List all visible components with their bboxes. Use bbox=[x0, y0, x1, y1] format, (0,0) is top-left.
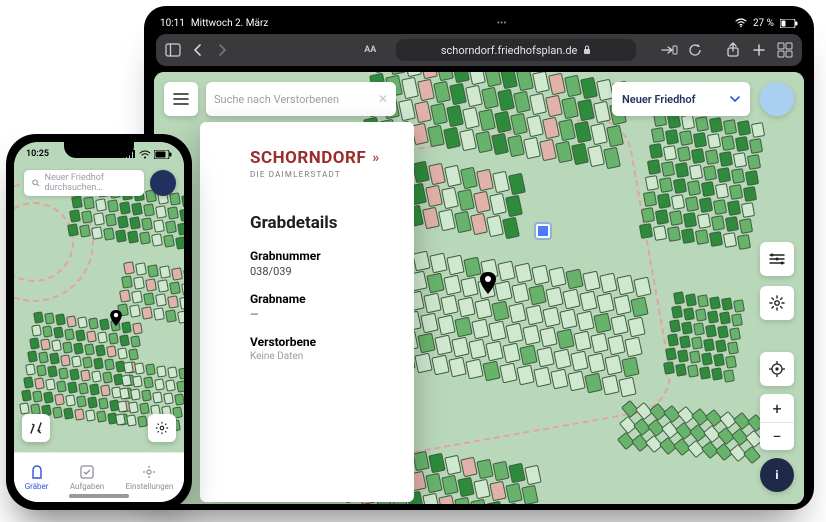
back-icon[interactable] bbox=[190, 41, 206, 59]
settings-button[interactable] bbox=[760, 286, 794, 320]
clear-icon[interactable]: ✕ bbox=[378, 92, 388, 106]
route-button[interactable] bbox=[22, 414, 50, 442]
sidebar-toggle-icon[interactable] bbox=[164, 41, 182, 59]
wifi-icon bbox=[735, 18, 747, 28]
safari-toolbar: AA schorndorf.friedhofsplan.de bbox=[156, 34, 802, 66]
phone-avatar[interactable] bbox=[150, 170, 176, 196]
tablet-device: 10:11 Mittwoch 2. März ••• 27 % AA schor… bbox=[144, 6, 814, 510]
phone-clock: 10:25 bbox=[26, 149, 49, 159]
wifi-icon bbox=[139, 150, 151, 159]
brand-subtitle: DIE DAIMLERSTADT bbox=[250, 170, 396, 179]
user-avatar[interactable] bbox=[760, 82, 794, 116]
tabs-overview-icon[interactable] bbox=[776, 41, 794, 59]
phone-search-input[interactable]: Neuer Friedhof durchsuchen… bbox=[24, 170, 144, 196]
info-button[interactable]: i bbox=[760, 458, 794, 492]
chevron-down-icon bbox=[730, 96, 740, 102]
grave-pin-icon[interactable] bbox=[480, 272, 496, 294]
phone-settings-button[interactable] bbox=[148, 414, 176, 442]
battery-icon bbox=[154, 150, 172, 159]
tab-graves[interactable]: Gräber bbox=[25, 464, 49, 491]
layers-button[interactable] bbox=[760, 242, 794, 276]
search-placeholder: Suche nach Verstorbenen bbox=[214, 93, 339, 106]
zoom-control: + − bbox=[760, 394, 794, 450]
battery-percent: 27 % bbox=[753, 18, 774, 29]
tablet-status-bar: 10:11 Mittwoch 2. März ••• 27 % bbox=[154, 16, 804, 30]
url-text: schorndorf.friedhofsplan.de bbox=[441, 44, 578, 57]
locate-button[interactable] bbox=[760, 352, 794, 386]
buried-label: Verstorbene bbox=[250, 335, 396, 349]
buried-value: Keine Daten bbox=[250, 351, 396, 362]
phone-device: 10:25 Neuer Friedhof durchsuchen… bbox=[6, 134, 192, 510]
battery-icon bbox=[780, 19, 798, 28]
share-icon[interactable] bbox=[724, 41, 742, 59]
plot-name-value: — bbox=[250, 308, 396, 321]
menu-button[interactable] bbox=[164, 82, 198, 116]
user-location-marker bbox=[536, 224, 550, 238]
reader-icon[interactable] bbox=[660, 41, 678, 59]
brand-name: SCHORNDORF bbox=[250, 148, 366, 168]
zoom-out-button[interactable]: − bbox=[760, 422, 794, 450]
brand-arrows-icon: » bbox=[372, 150, 377, 166]
plot-number-label: Grabnummer bbox=[250, 249, 396, 263]
tab-tasks[interactable]: Aufgaben bbox=[70, 464, 104, 491]
lock-icon bbox=[583, 45, 591, 55]
search-input[interactable]: Suche nach Verstorbenen ✕ bbox=[206, 82, 396, 116]
url-bar[interactable]: schorndorf.friedhofsplan.de bbox=[396, 39, 636, 61]
tab-graves-label: Gräber bbox=[25, 482, 49, 491]
tablet-date: Mittwoch 2. März bbox=[191, 18, 268, 29]
plot-number-value: 038/039 bbox=[250, 265, 396, 278]
tab-settings[interactable]: Einstellungen bbox=[126, 464, 174, 491]
cemetery-selected: Neuer Friedhof bbox=[622, 93, 696, 106]
phone-map-viewport[interactable] bbox=[14, 142, 184, 502]
cemetery-select[interactable]: Neuer Friedhof bbox=[612, 82, 750, 116]
grave-pin-icon[interactable] bbox=[110, 310, 122, 326]
tab-tasks-label: Aufgaben bbox=[70, 482, 104, 491]
home-indicator bbox=[69, 494, 129, 498]
grave-icon bbox=[29, 464, 45, 480]
card-title: Grabdetails bbox=[250, 213, 396, 233]
multitask-dots-icon: ••• bbox=[497, 18, 507, 29]
reload-icon[interactable] bbox=[686, 41, 704, 59]
search-icon bbox=[32, 178, 40, 188]
phone-notch bbox=[64, 142, 134, 158]
forward-icon[interactable] bbox=[214, 41, 230, 59]
zoom-in-button[interactable]: + bbox=[760, 394, 794, 422]
tablet-map-viewport[interactable]: Suche nach Verstorbenen ✕ Neuer Friedhof… bbox=[154, 72, 804, 504]
phone-search-placeholder: Neuer Friedhof durchsuchen… bbox=[45, 173, 136, 193]
settings-icon bbox=[141, 464, 157, 480]
plot-name-label: Grabname bbox=[250, 292, 396, 306]
tablet-clock: 10:11 bbox=[160, 18, 185, 29]
tab-settings-label: Einstellungen bbox=[126, 482, 174, 491]
brand-logo: SCHORNDORF » bbox=[250, 148, 396, 168]
new-tab-icon[interactable] bbox=[750, 41, 768, 59]
grave-detail-card: SCHORNDORF » DIE DAIMLERSTADT Grabdetail… bbox=[200, 122, 414, 502]
tasks-icon bbox=[79, 464, 95, 480]
text-size-icon[interactable]: AA bbox=[364, 45, 376, 55]
